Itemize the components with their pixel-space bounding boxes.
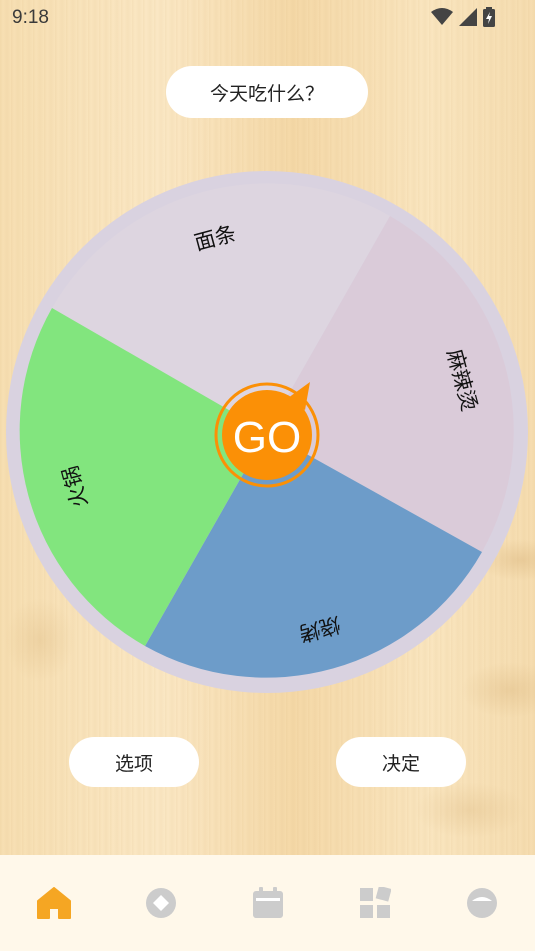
nav-apps[interactable] [345,873,405,933]
nav-compass[interactable] [131,873,191,933]
status-time: 9:18 [12,7,49,28]
signal-icon [459,8,477,26]
battery-icon [483,7,495,27]
spin-wheel[interactable]: 面条 麻辣烫 烧烤 火锅 GO [0,160,535,700]
profile-icon [466,888,497,918]
home-icon [36,887,71,919]
compass-icon [145,888,176,918]
decide-button[interactable]: 决定 [336,737,466,787]
go-button-label: GO [233,413,301,462]
status-icons [431,7,495,27]
bottom-nav [0,855,535,951]
nav-calendar[interactable] [238,873,298,933]
question-title: 今天吃什么？ [166,66,368,118]
status-bar: 9:18 [0,0,535,36]
apps-icon [359,887,391,918]
calendar-icon [252,887,283,918]
wifi-icon [431,8,453,25]
nav-profile[interactable] [452,873,512,933]
options-button[interactable]: 选项 [69,737,199,787]
nav-home[interactable] [24,873,84,933]
